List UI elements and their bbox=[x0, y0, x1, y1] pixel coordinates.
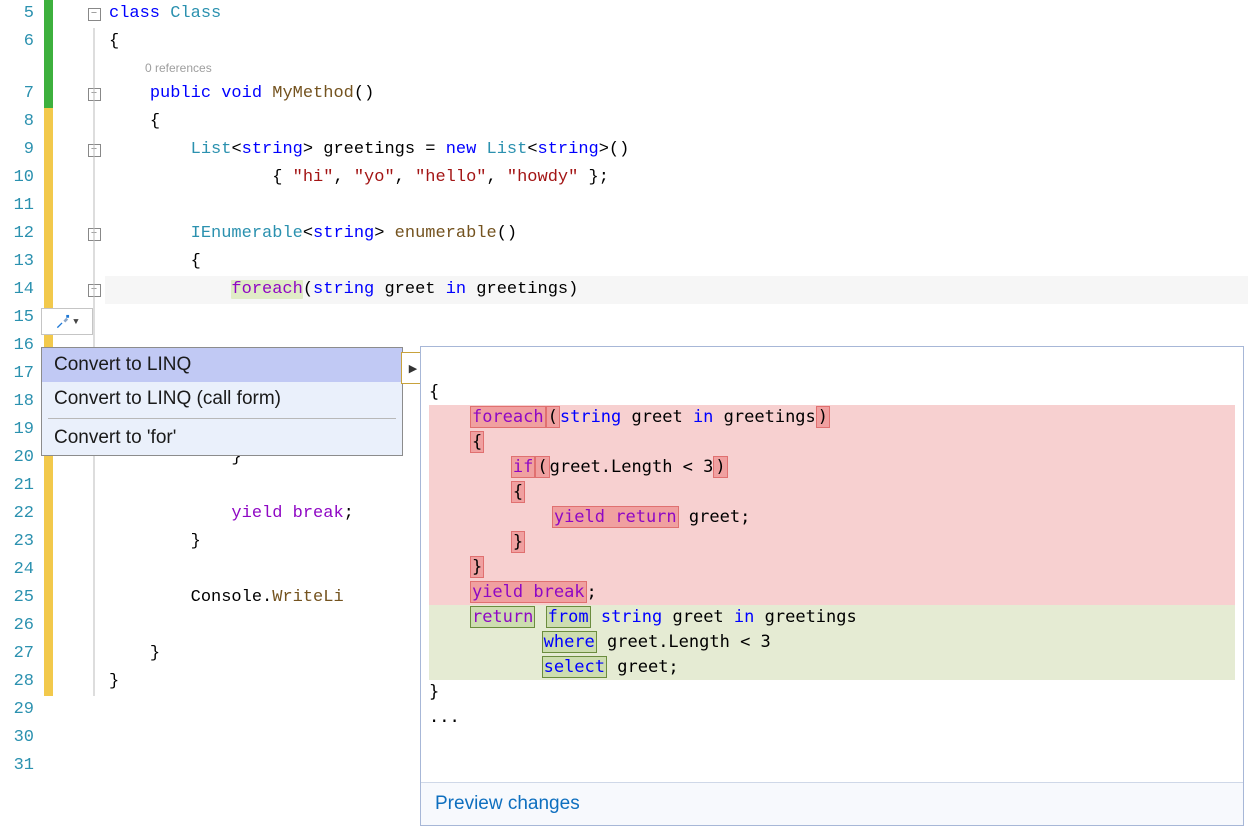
line-number: 10 bbox=[0, 164, 40, 192]
menu-item-convert-linq-call[interactable]: Convert to LINQ (call form) bbox=[42, 382, 402, 416]
line-number: 31 bbox=[0, 752, 40, 780]
diff-preview-panel: { foreach(string greet in greetings) { i… bbox=[420, 346, 1244, 826]
code-line[interactable] bbox=[105, 304, 1248, 332]
line-number: 9 bbox=[0, 136, 40, 164]
line-number: 23 bbox=[0, 528, 40, 556]
code-line-current[interactable]: foreach(string greet in greetings) bbox=[105, 276, 1248, 304]
menu-item-convert-linq[interactable]: Convert to LINQ ▶ bbox=[42, 348, 402, 382]
fold-toggle-icon[interactable]: − bbox=[88, 88, 101, 101]
menu-item-convert-for[interactable]: Convert to 'for' bbox=[42, 421, 402, 455]
code-line[interactable]: public void MyMethod() bbox=[105, 80, 1248, 108]
line-number: 21 bbox=[0, 472, 40, 500]
fold-toggle-icon[interactable]: − bbox=[88, 284, 101, 297]
line-number: 27 bbox=[0, 640, 40, 668]
line-number: 18 bbox=[0, 388, 40, 416]
line-number: 15 bbox=[0, 304, 40, 332]
preview-changes-link[interactable]: Preview changes bbox=[421, 782, 1243, 825]
code-line[interactable]: { bbox=[105, 28, 1248, 56]
diff-content: { foreach(string greet in greetings) { i… bbox=[421, 347, 1243, 782]
fold-toggle-icon[interactable]: − bbox=[88, 144, 101, 157]
code-line[interactable] bbox=[105, 192, 1248, 220]
line-number: 17 bbox=[0, 360, 40, 388]
line-number: 22 bbox=[0, 500, 40, 528]
codelens-references[interactable]: 0 references bbox=[105, 56, 1248, 80]
line-number: 14 bbox=[0, 276, 40, 304]
line-number: 30 bbox=[0, 724, 40, 752]
line-number: 29 bbox=[0, 696, 40, 724]
code-line[interactable]: class Class bbox=[105, 0, 1248, 28]
chevron-down-icon: ▼ bbox=[73, 317, 78, 327]
quick-action-button[interactable]: ▼ bbox=[41, 308, 93, 335]
code-line[interactable]: { bbox=[105, 108, 1248, 136]
screwdriver-icon bbox=[55, 314, 70, 329]
fold-toggle-icon[interactable]: − bbox=[88, 228, 101, 241]
line-number: 16 bbox=[0, 332, 40, 360]
line-number-gutter: 5 6 7 8 9 10 11 12 13 14 15 16 17 18 19 … bbox=[0, 0, 44, 780]
line-number: 11 bbox=[0, 192, 40, 220]
line-number: 19 bbox=[0, 416, 40, 444]
line-number: 28 bbox=[0, 668, 40, 696]
menu-separator bbox=[48, 418, 396, 419]
line-number: 7 bbox=[0, 80, 40, 108]
line-number: 26 bbox=[0, 612, 40, 640]
fold-toggle-icon[interactable]: − bbox=[88, 8, 101, 21]
code-line[interactable]: { bbox=[105, 248, 1248, 276]
line-number: 6 bbox=[0, 28, 40, 56]
code-line[interactable]: { "hi", "yo", "hello", "howdy" }; bbox=[105, 164, 1248, 192]
quick-action-menu: Convert to LINQ ▶ Convert to LINQ (call … bbox=[41, 347, 403, 456]
line-number: 12 bbox=[0, 220, 40, 248]
line-number: 20 bbox=[0, 444, 40, 472]
code-line[interactable]: List<string> greetings = new List<string… bbox=[105, 136, 1248, 164]
line-number: 13 bbox=[0, 248, 40, 276]
line-number: 24 bbox=[0, 556, 40, 584]
line-number: 5 bbox=[0, 0, 40, 28]
line-number: 25 bbox=[0, 584, 40, 612]
line-number: 8 bbox=[0, 108, 40, 136]
code-line[interactable]: IEnumerable<string> enumerable() bbox=[105, 220, 1248, 248]
